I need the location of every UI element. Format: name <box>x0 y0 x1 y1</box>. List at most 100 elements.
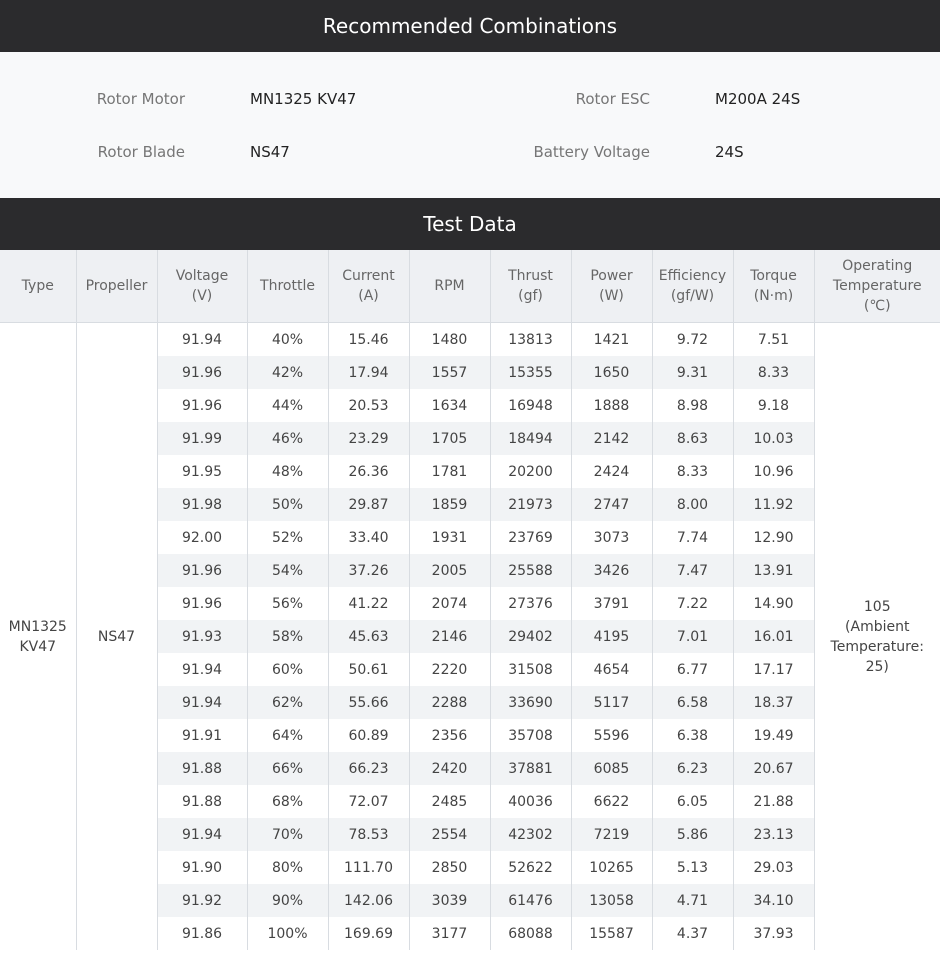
current-cell: 15.46 <box>327 322 409 356</box>
rpm-cell: 2220 <box>408 653 490 686</box>
efficiency-cell: 8.33 <box>651 455 733 488</box>
type-line: MN1325 <box>8 618 67 635</box>
throttle-cell: 60% <box>246 653 328 686</box>
power-cell: 15587 <box>570 917 652 950</box>
rpm-cell: 2146 <box>408 620 490 653</box>
voltage-cell: 92.00 <box>156 521 247 554</box>
torque-cell: 10.03 <box>732 422 814 455</box>
table-body: MN1325 KV47 NS47 91.94 40% 15.46 1480 13813 1421… <box>0 322 940 950</box>
current-cell: 41.22 <box>327 587 409 620</box>
throttle-cell: 90% <box>246 884 328 917</box>
efficiency-cell: 9.31 <box>651 356 733 389</box>
power-cell: 1650 <box>570 356 652 389</box>
throttle-cell: 62% <box>246 686 328 719</box>
power-cell: 7219 <box>570 818 652 851</box>
header-line: Power <box>590 268 633 284</box>
torque-cell: 37.93 <box>732 917 814 950</box>
rpm-cell: 2485 <box>408 785 490 818</box>
current-cell: 72.07 <box>327 785 409 818</box>
throttle-cell: 48% <box>246 455 328 488</box>
header-efficiency: Efficiency (gf/W) <box>651 250 733 323</box>
current-cell: 78.53 <box>327 818 409 851</box>
rotor-blade-label: Rotor Blade <box>97 143 185 161</box>
power-cell: 13058 <box>570 884 652 917</box>
power-cell: 4195 <box>570 620 652 653</box>
efficiency-cell: 6.05 <box>651 785 733 818</box>
header-line: Torque <box>750 268 797 284</box>
header-line: RPM <box>434 278 465 294</box>
temperature-line: 105 <box>863 598 891 615</box>
power-cell: 5117 <box>570 686 652 719</box>
throttle-cell: 44% <box>246 389 328 422</box>
power-cell: 6622 <box>570 785 652 818</box>
recommended-combinations-panel: Rotor Motor MN1325 KV47 Rotor ESC M200A … <box>0 52 940 198</box>
voltage-cell: 91.94 <box>156 686 247 719</box>
current-cell: 45.63 <box>327 620 409 653</box>
combo-row-motor-esc: Rotor Motor MN1325 KV47 Rotor ESC M200A … <box>0 87 940 111</box>
thrust-cell: 23769 <box>489 521 571 554</box>
rotor-motor-value: MN1325 KV47 <box>250 90 357 108</box>
rpm-cell: 1859 <box>408 488 490 521</box>
header-type: Type <box>0 250 76 323</box>
voltage-cell: 91.95 <box>156 455 247 488</box>
thrust-cell: 42302 <box>489 818 571 851</box>
header-line: (N·m) <box>753 288 794 304</box>
current-cell: 23.29 <box>327 422 409 455</box>
rotor-blade-value: NS47 <box>250 143 290 161</box>
test-data-header: Test Data <box>0 198 940 250</box>
power-cell: 10265 <box>570 851 652 884</box>
rpm-cell: 1705 <box>408 422 490 455</box>
header-line: Throttle <box>260 278 315 294</box>
torque-cell: 13.91 <box>732 554 814 587</box>
combo-row-blade-battery: Rotor Blade NS47 Battery Voltage 24S <box>0 140 940 164</box>
temperature-line: 25) <box>865 658 889 675</box>
rpm-cell: 2005 <box>408 554 490 587</box>
propeller-cell: NS47 <box>75 322 157 950</box>
throttle-cell: 46% <box>246 422 328 455</box>
throttle-cell: 54% <box>246 554 328 587</box>
header-torque: Torque (N·m) <box>732 250 814 323</box>
voltage-cell: 91.96 <box>156 356 247 389</box>
throttle-cell: 64% <box>246 719 328 752</box>
efficiency-cell: 5.86 <box>651 818 733 851</box>
header-line: Current <box>342 268 395 284</box>
table-row: MN1325 KV47 NS47 91.94 40% 15.46 1480 13813 1421… <box>0 322 940 950</box>
rotor-esc-label: Rotor ESC <box>575 90 650 108</box>
efficiency-cell: 7.47 <box>651 554 733 587</box>
power-cell: 3426 <box>570 554 652 587</box>
battery-voltage-label: Battery Voltage <box>533 143 650 161</box>
efficiency-cell: 4.71 <box>651 884 733 917</box>
header-voltage: Voltage (V) <box>156 250 247 323</box>
efficiency-cell: 6.77 <box>651 653 733 686</box>
efficiency-cell: 8.00 <box>651 488 733 521</box>
header-line: (A) <box>358 288 379 304</box>
rpm-cell: 2356 <box>408 719 490 752</box>
efficiency-cell: 7.74 <box>651 521 733 554</box>
header-line: Efficiency <box>658 268 727 284</box>
voltage-cell: 91.96 <box>156 389 247 422</box>
voltage-cell: 91.94 <box>156 818 247 851</box>
torque-cell: 7.51 <box>732 322 814 356</box>
header-propeller: Propeller <box>75 250 157 323</box>
current-cell: 50.61 <box>327 653 409 686</box>
voltage-cell: 91.98 <box>156 488 247 521</box>
torque-cell: 10.96 <box>732 455 814 488</box>
operating-temperature-cell: 105 (Ambient Temperature: 25) <box>813 322 940 950</box>
thrust-cell: 20200 <box>489 455 571 488</box>
thrust-cell: 37881 <box>489 752 571 785</box>
efficiency-cell: 6.58 <box>651 686 733 719</box>
temperature-line: (Ambient <box>845 618 910 635</box>
voltage-cell: 91.88 <box>156 752 247 785</box>
header-line: Propeller <box>85 278 148 294</box>
rotor-motor-label: Rotor Motor <box>96 90 185 108</box>
torque-cell: 16.01 <box>732 620 814 653</box>
thrust-cell: 35708 <box>489 719 571 752</box>
throttle-cell: 68% <box>246 785 328 818</box>
current-cell: 20.53 <box>327 389 409 422</box>
current-cell: 33.40 <box>327 521 409 554</box>
header-line: Thrust <box>508 268 553 284</box>
current-cell: 37.26 <box>327 554 409 587</box>
current-cell: 60.89 <box>327 719 409 752</box>
header-rpm: RPM <box>408 250 490 323</box>
efficiency-cell: 7.22 <box>651 587 733 620</box>
